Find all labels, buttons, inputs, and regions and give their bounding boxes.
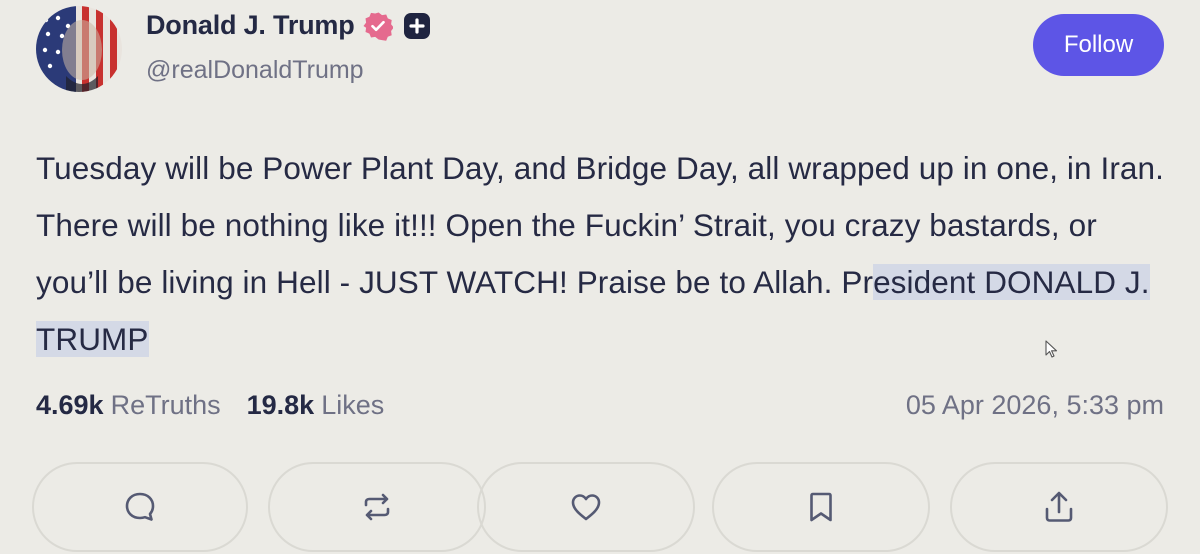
post-body: Tuesday will be Power Plant Day, and Bri…	[36, 140, 1176, 368]
post-timestamp[interactable]: 05 Apr 2026, 5:33 pm	[906, 390, 1164, 421]
name-row: Donald J. Trump	[146, 10, 431, 41]
like-button[interactable]	[477, 462, 695, 552]
mouse-cursor-icon	[1044, 340, 1060, 360]
retruths-stat[interactable]: 4.69k ReTruths	[36, 390, 221, 421]
likes-label: Likes	[321, 390, 385, 420]
action-bar	[32, 462, 1168, 552]
comment-icon	[125, 492, 155, 521]
avatar[interactable]	[36, 6, 122, 92]
share-icon	[1045, 491, 1073, 522]
retruths-count: 4.69k	[36, 390, 104, 420]
verified-badge-icon	[363, 11, 394, 41]
bookmark-icon	[810, 492, 832, 522]
bookmark-button[interactable]	[712, 462, 930, 552]
display-name[interactable]: Donald J. Trump	[146, 10, 355, 41]
truth-post: Donald J. Trump @realDonaldTrump Follow …	[0, 0, 1200, 554]
retruth-button[interactable]	[268, 462, 486, 552]
plus-badge-icon	[403, 12, 431, 40]
share-button[interactable]	[950, 462, 1168, 552]
post-stats: 4.69k ReTruths 19.8k Likes	[36, 390, 384, 421]
reply-button[interactable]	[32, 462, 248, 552]
retruths-label: ReTruths	[110, 390, 221, 420]
follow-button[interactable]: Follow	[1033, 14, 1164, 76]
user-handle[interactable]: @realDonaldTrump	[146, 56, 364, 85]
repost-icon	[364, 493, 390, 521]
likes-count: 19.8k	[246, 390, 315, 420]
likes-stat[interactable]: 19.8k Likes	[247, 390, 385, 421]
heart-icon	[571, 494, 601, 521]
